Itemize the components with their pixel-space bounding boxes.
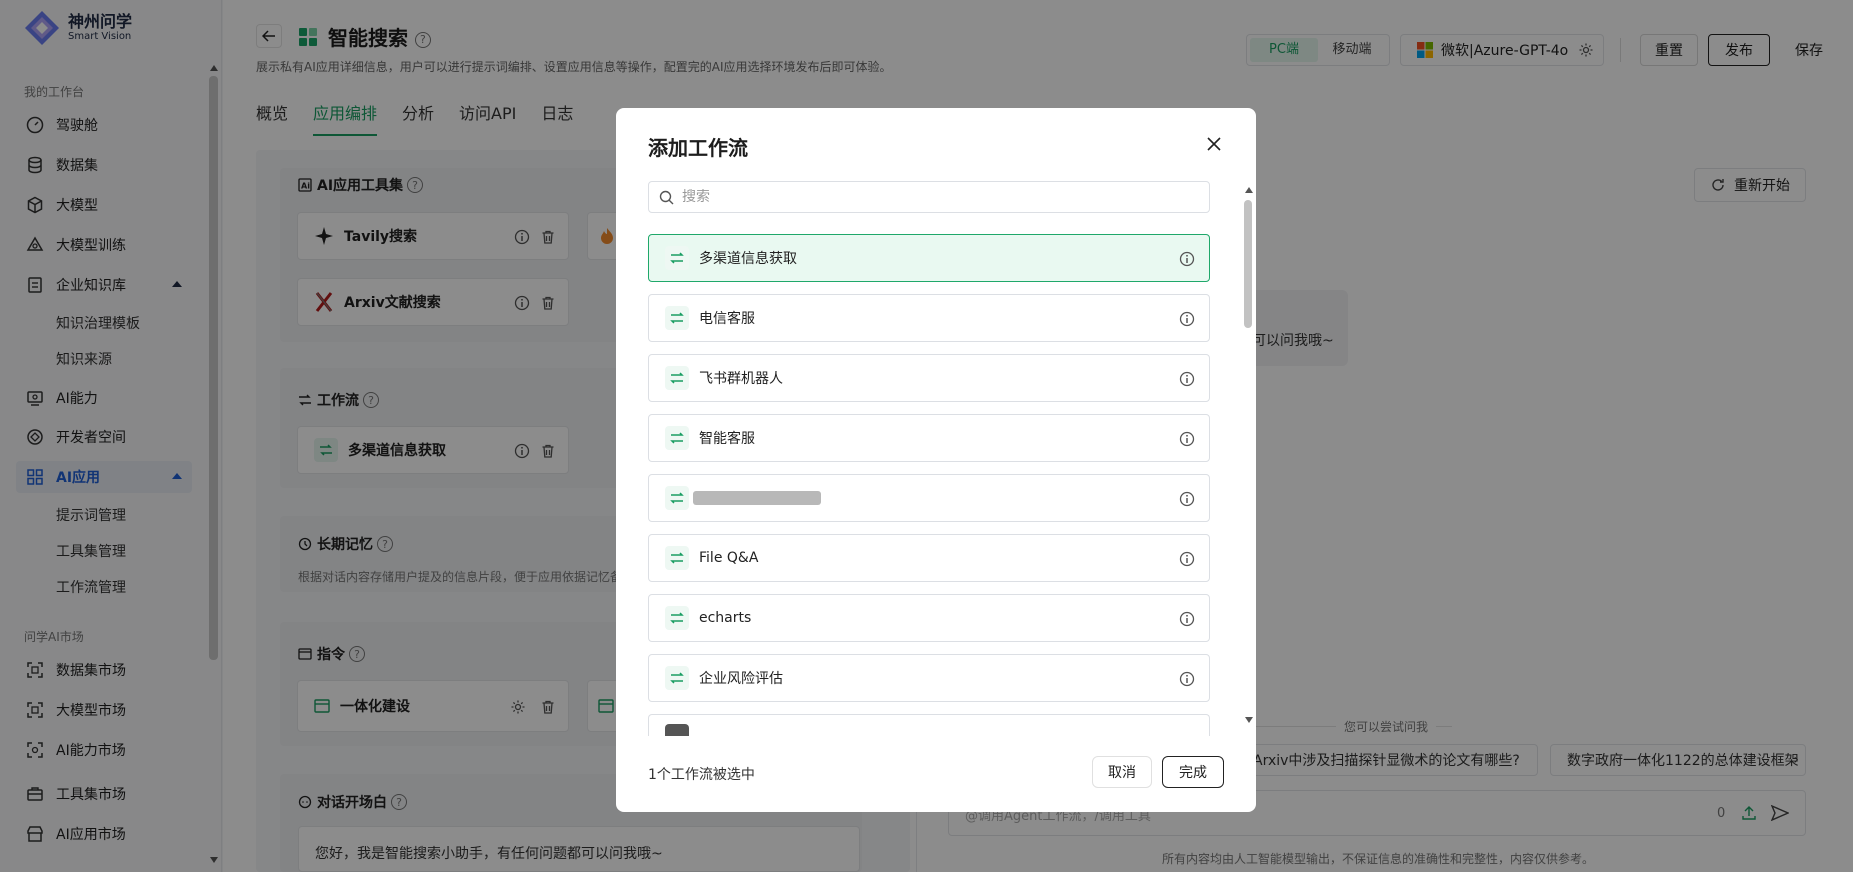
workflow-icon [665,366,689,390]
info-icon[interactable] [1179,671,1195,687]
workflow-option-6[interactable]: File Q&A [648,534,1210,582]
search-icon [659,190,674,204]
workflow-option-2[interactable]: 电信客服 [648,294,1210,342]
workflow-icon [665,546,689,570]
workflow-name: echarts [699,610,752,626]
close-icon [1207,137,1221,151]
info-icon[interactable] [1179,371,1195,387]
selected-count: 1个工作流被选中 [648,767,755,783]
scroll-down-arrow-icon[interactable] [1244,716,1254,724]
info-icon[interactable] [1179,491,1195,507]
info-icon[interactable] [1179,251,1195,267]
workflow-search [648,181,1210,213]
info-icon[interactable] [1179,611,1195,627]
workflow-option-7[interactable]: echarts [648,594,1210,642]
workflow-name: 多渠道信息获取 [699,251,797,267]
modal-title: 添加工作流 [648,136,748,160]
workflow-icon [665,246,689,270]
info-icon[interactable] [1179,311,1195,327]
workflow-icon [665,666,689,690]
workflow-option-4[interactable]: 智能客服 [648,414,1210,462]
workflow-name: 飞书群机器人 [699,371,783,387]
workflow-option-3[interactable]: 飞书群机器人 [648,354,1210,402]
add-workflow-modal: 添加工作流 多渠道信息获取 电信客服 飞书群机器人 智能客服 File Q&A [616,108,1256,812]
workflow-option-8[interactable]: 企业风险评估 [648,654,1210,702]
workflow-icon [665,486,689,510]
done-button[interactable]: 完成 [1162,756,1224,788]
workflow-icon [665,306,689,330]
close-button[interactable] [1204,134,1224,154]
info-icon[interactable] [1179,551,1195,567]
workflow-name: 智能客服 [699,431,755,447]
modal-scrollbar[interactable] [1244,200,1252,328]
workflow-option-5[interactable] [648,474,1210,522]
workflow-name: 企业风险评估 [699,671,783,687]
search-input[interactable] [682,189,1182,205]
redacted-workflow-name [693,491,821,505]
list-clip [616,736,1240,750]
cancel-button[interactable]: 取消 [1092,756,1152,788]
workflow-name: 电信客服 [699,311,755,327]
workflow-icon [665,606,689,630]
info-icon[interactable] [1179,431,1195,447]
workflow-option-1[interactable]: 多渠道信息获取 [648,234,1210,282]
workflow-name: File Q&A [699,550,759,566]
scroll-up-arrow-icon[interactable] [1244,186,1254,194]
workflow-icon [665,426,689,450]
